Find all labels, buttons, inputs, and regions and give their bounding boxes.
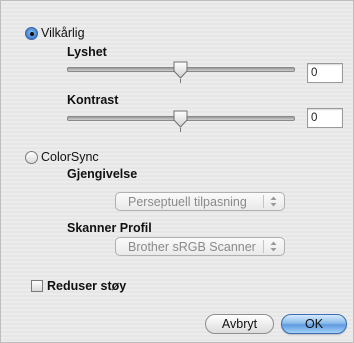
kontrast-value-field[interactable]: 0 (307, 108, 343, 128)
popup-separator (263, 195, 264, 208)
vilkarlig-radio[interactable] (25, 27, 38, 40)
reduser-stoy-label[interactable]: Reduser støy (47, 279, 126, 293)
popup-separator (263, 240, 264, 253)
lyshet-value-field[interactable]: 0 (307, 63, 343, 83)
reduser-stoy-checkbox[interactable] (31, 280, 43, 292)
gjengivelse-popup-value: Perseptuell tilpasning (128, 195, 247, 209)
kontrast-slider-thumb-icon[interactable] (173, 110, 188, 128)
colorsync-label[interactable]: ColorSync (41, 150, 99, 164)
radio-dot-icon (29, 31, 34, 36)
kontrast-label: Kontrast (67, 93, 119, 107)
scanner-settings-panel: Vilkårlig Lyshet 0 Kontrast 0 ColorSync … (0, 0, 354, 343)
lyshet-slider-thumb-icon[interactable] (173, 61, 188, 79)
cancel-button[interactable]: Avbryt (205, 314, 274, 334)
kontrast-center-tick (180, 128, 181, 132)
gjengivelse-popup[interactable]: Perseptuell tilpasning (115, 192, 285, 211)
skanner-profil-popup-value: Brother sRGB Scanner (128, 240, 256, 254)
updown-arrows-icon (270, 196, 277, 207)
vilkarlig-label[interactable]: Vilkårlig (41, 26, 85, 40)
lyshet-center-tick (180, 79, 181, 83)
gjengivelse-label: Gjengivelse (67, 167, 138, 181)
skanner-profil-label: Skanner Profil (67, 221, 152, 235)
skanner-profil-popup[interactable]: Brother sRGB Scanner (115, 237, 285, 256)
colorsync-radio[interactable] (25, 151, 38, 164)
ok-button[interactable]: OK (281, 314, 347, 334)
updown-arrows-icon (270, 241, 277, 252)
lyshet-label: Lyshet (67, 45, 107, 59)
